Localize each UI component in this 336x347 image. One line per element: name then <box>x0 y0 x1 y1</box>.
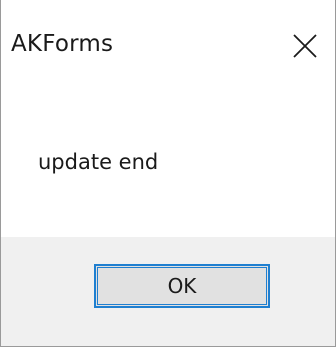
dialog-content: update end <box>1 90 335 237</box>
close-icon <box>292 33 318 59</box>
ok-button[interactable]: OK <box>94 264 270 308</box>
close-button[interactable] <box>285 26 325 66</box>
dialog-title: AKForms <box>11 31 114 57</box>
title-bar[interactable]: AKForms <box>1 0 335 90</box>
button-bar: OK <box>1 237 335 346</box>
dialog-message: update end <box>38 150 159 174</box>
message-box-dialog: AKForms update end OK <box>0 0 336 347</box>
